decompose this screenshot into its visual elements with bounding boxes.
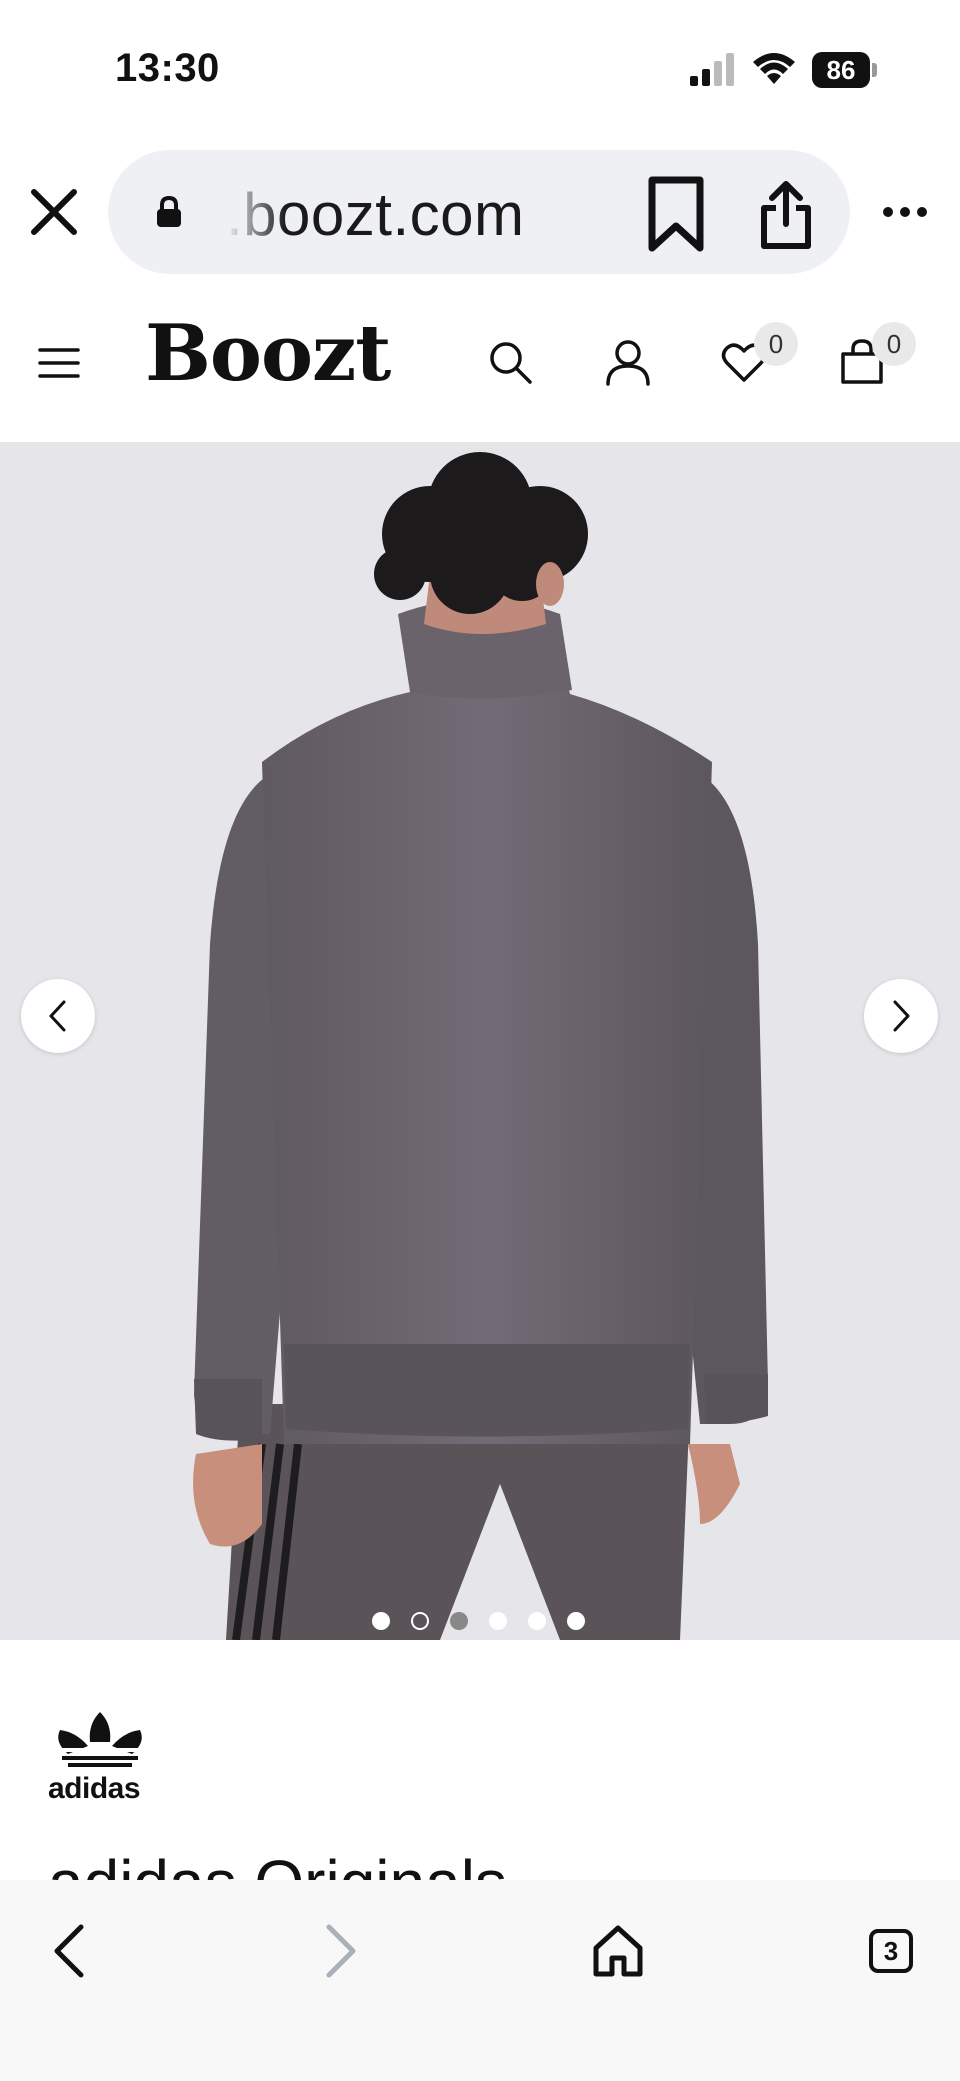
search-icon[interactable] [486, 338, 534, 386]
product-info: adidas adidas Originals [0, 1650, 960, 1919]
gallery-pagination [372, 1612, 585, 1630]
battery-level: 86 [812, 52, 870, 88]
bookmark-icon[interactable] [644, 176, 708, 252]
wifi-icon [753, 53, 795, 84]
home-icon [593, 1925, 643, 1977]
wishlist-count-badge: 0 [754, 322, 798, 366]
hamburger-icon[interactable] [38, 346, 80, 380]
tabs-icon: 3 [869, 1929, 913, 1973]
browser-toolbar: 3 [0, 1880, 960, 2081]
site-header: Boozt 0 0 [0, 300, 960, 444]
product-photo [193, 452, 768, 1640]
site-logo[interactable]: Boozt [145, 308, 391, 399]
status-bar: 13:30 86 [0, 0, 960, 140]
back-icon [54, 1924, 84, 1978]
product-image-gallery[interactable] [0, 444, 960, 1640]
next-image-button[interactable] [864, 979, 938, 1053]
status-time: 13:30 [115, 46, 220, 90]
cart-count-badge: 0 [872, 322, 916, 366]
pagination-dot[interactable] [411, 1612, 429, 1630]
lock-icon [157, 196, 181, 227]
chevron-right-icon [893, 1000, 910, 1032]
brand-logo-text: adidas [48, 1772, 141, 1805]
address-bar[interactable]: .boozt.com [108, 150, 850, 274]
back-button[interactable] [34, 1916, 104, 1986]
battery-icon: 86 [812, 52, 878, 88]
close-icon[interactable] [26, 184, 82, 240]
more-icon[interactable] [882, 200, 928, 224]
tabs-button[interactable]: 3 [856, 1916, 926, 1986]
pagination-dot[interactable] [489, 1612, 507, 1630]
home-button[interactable] [583, 1916, 653, 1986]
pagination-dot-active[interactable] [450, 1612, 468, 1630]
adidas-trefoil-logo[interactable] [48, 1708, 152, 1770]
share-icon[interactable] [758, 180, 814, 250]
forward-button[interactable] [306, 1916, 376, 1986]
pagination-dot[interactable] [372, 1612, 390, 1630]
pagination-dot[interactable] [567, 1612, 585, 1630]
cellular-signal-icon [690, 53, 734, 86]
pagination-dot[interactable] [528, 1612, 546, 1630]
previous-image-button[interactable] [21, 979, 95, 1053]
forward-icon [326, 1924, 356, 1978]
chevron-left-icon [49, 1000, 66, 1032]
user-icon[interactable] [604, 338, 652, 386]
